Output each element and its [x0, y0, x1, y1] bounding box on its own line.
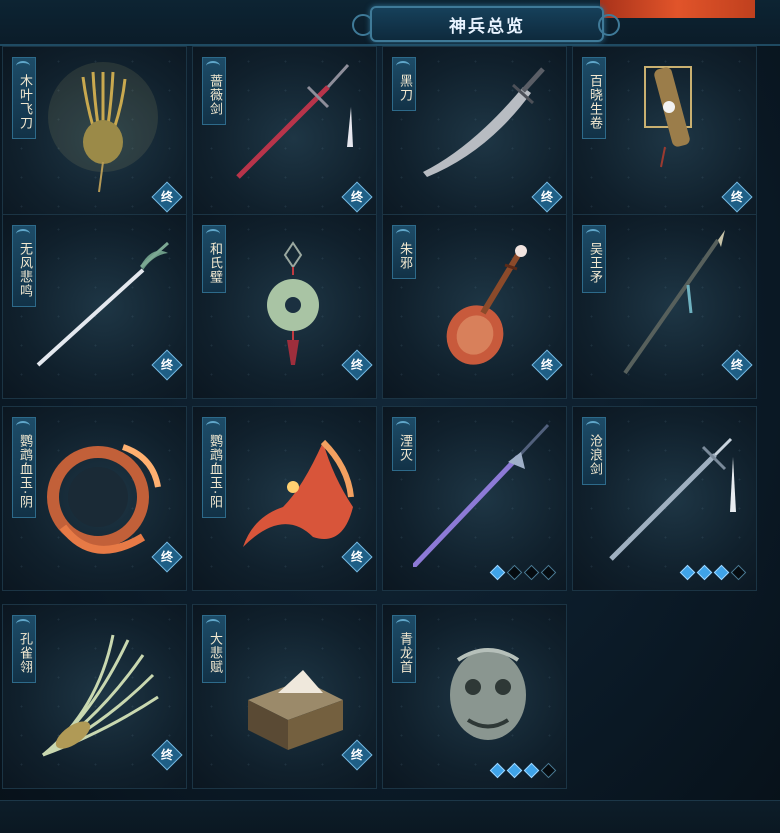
bottom-bar — [0, 800, 780, 833]
rating-star-icon — [523, 564, 540, 581]
weapon-card[interactable]: 朱邪 终 — [382, 214, 567, 399]
weapon-card[interactable]: 无风悲鸣 终 — [2, 214, 187, 399]
peacock-feather-icon — [42, 634, 159, 757]
weapon-grid: 木叶飞刀 终 蔷薇剑 终 黑刀 终 百晓生卷 终 无风悲鸣 终 和氏璧 终 朱邪… — [0, 46, 780, 832]
final-badge: 终 — [151, 181, 183, 213]
rating-star-icon — [679, 564, 696, 581]
final-badge: 终 — [341, 349, 373, 381]
weapon-card[interactable]: 大悲赋 终 — [192, 604, 377, 789]
weapon-card[interactable]: 百晓生卷 终 — [572, 46, 757, 231]
rating-star-icon — [540, 564, 557, 581]
weapon-card[interactable]: 孔雀翎 终 — [2, 604, 187, 789]
silver-sword-icon — [36, 241, 169, 367]
final-badge: 终 — [721, 349, 753, 381]
spear-icon — [623, 230, 725, 375]
top-glow-decoration — [600, 0, 755, 18]
final-badge: 终 — [341, 739, 373, 771]
right-ornament-icon — [598, 14, 620, 36]
final-badge: 终 — [721, 181, 753, 213]
weapon-card[interactable]: 鹦鹉血玉·阴 终 — [2, 406, 187, 591]
steel-sword-icon — [609, 437, 736, 561]
rating-star-icon — [713, 564, 730, 581]
weapon-card[interactable]: 沧浪剑 — [572, 406, 757, 591]
page: 神兵总览 木叶飞刀 终 蔷薇剑 终 黑刀 终 百晓生卷 终 无风悲鸣 终 和氏璧… — [0, 0, 780, 833]
rating-star-icon — [523, 762, 540, 779]
weapon-card[interactable]: 黑刀 终 — [382, 46, 567, 231]
final-badge: 终 — [341, 541, 373, 573]
star-rating — [679, 564, 747, 581]
weapon-card[interactable]: 鹦鹉血玉·阳 终 — [192, 406, 377, 591]
scroll-icon — [644, 66, 692, 168]
rating-star-icon — [696, 564, 713, 581]
rating-star-icon — [540, 762, 557, 779]
star-rating — [489, 762, 557, 779]
page-title: 神兵总览 — [449, 16, 525, 37]
final-badge: 终 — [531, 181, 563, 213]
rating-star-icon — [506, 762, 523, 779]
rating-star-icon — [489, 762, 506, 779]
rating-star-icon — [506, 564, 523, 581]
final-badge: 终 — [341, 181, 373, 213]
rating-star-icon — [730, 564, 747, 581]
final-badge: 终 — [531, 349, 563, 381]
final-badge: 终 — [151, 349, 183, 381]
top-bar: 神兵总览 — [0, 0, 780, 46]
golden-flying-knives-icon — [48, 62, 158, 193]
weapon-card[interactable]: 木叶飞刀 终 — [2, 46, 187, 231]
weapon-card[interactable]: 湮灭 — [382, 406, 567, 591]
phoenix-icon — [47, 444, 161, 554]
phoenix-icon — [243, 439, 354, 547]
weapon-card[interactable]: 和氏璧 终 — [192, 214, 377, 399]
book-box-icon — [248, 670, 343, 750]
rating-star-icon — [489, 564, 506, 581]
dragon-head-icon — [450, 648, 526, 740]
final-badge: 终 — [151, 541, 183, 573]
title-plaque: 神兵总览 — [370, 6, 604, 42]
weapon-card[interactable]: 蔷薇剑 终 — [192, 46, 377, 231]
black-blade-icon — [423, 67, 545, 177]
violet-spear-icon — [413, 423, 550, 567]
red-sword-icon — [236, 63, 353, 179]
jade-disc-icon — [267, 241, 319, 365]
pipa-icon — [446, 245, 527, 365]
weapon-card[interactable]: 青龙首 — [382, 604, 567, 789]
final-badge: 终 — [151, 739, 183, 771]
weapon-card[interactable]: 吴王矛 终 — [572, 214, 757, 399]
star-rating — [489, 564, 557, 581]
